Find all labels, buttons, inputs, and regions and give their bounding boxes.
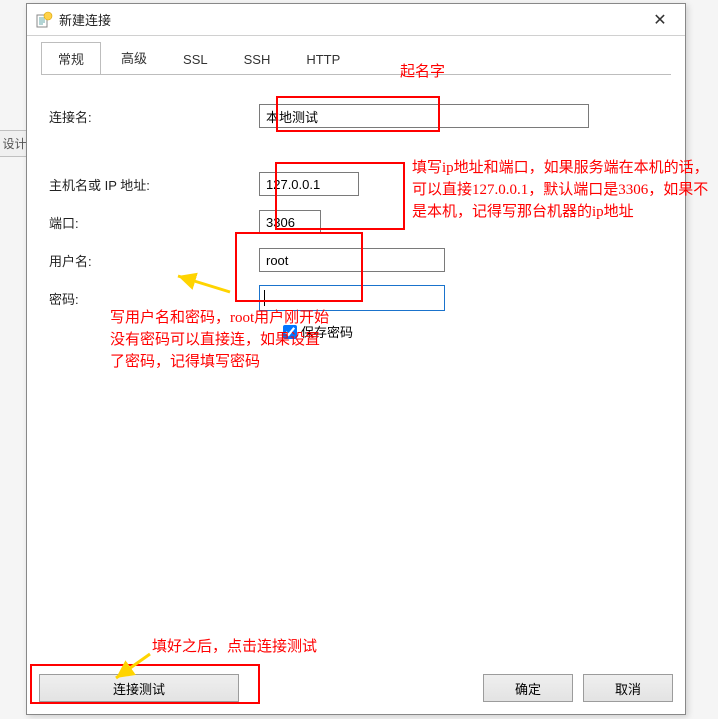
tab-ssh[interactable]: SSH [228, 46, 287, 74]
titlebar: 新建连接 ✕ [27, 4, 685, 36]
tab-http[interactable]: HTTP [290, 46, 356, 74]
save-password-label: 保存密码 [301, 322, 353, 341]
conn-name-label: 连接名: [49, 107, 259, 126]
pass-input[interactable] [265, 286, 440, 310]
tab-general[interactable]: 常规 [41, 42, 101, 75]
port-label: 端口: [49, 213, 259, 232]
cancel-button[interactable]: 取消 [583, 674, 673, 702]
form: 连接名: 主机名或 IP 地址: 端口: 用户名: 密码: 保存密码 [27, 74, 685, 666]
conn-name-input[interactable] [259, 104, 589, 128]
pass-input-wrap [259, 285, 445, 311]
save-password-checkbox[interactable] [283, 325, 297, 339]
host-input[interactable] [259, 172, 359, 196]
user-input[interactable] [259, 248, 445, 272]
tab-ssl[interactable]: SSL [167, 46, 224, 74]
button-bar: 连接测试 确定 取消 [27, 666, 685, 714]
close-icon[interactable]: ✕ [641, 6, 679, 34]
user-label: 用户名: [49, 251, 259, 270]
tabs: 常规 高级 SSL SSH HTTP [27, 36, 685, 74]
test-connection-button[interactable]: 连接测试 [39, 674, 239, 702]
host-label: 主机名或 IP 地址: [49, 175, 259, 194]
pass-label: 密码: [49, 289, 259, 308]
dialog-title: 新建连接 [59, 10, 641, 29]
port-input[interactable] [259, 210, 321, 234]
new-connection-dialog: 新建连接 ✕ 常规 高级 SSL SSH HTTP 连接名: 主机名或 IP 地… [26, 3, 686, 715]
app-icon [35, 11, 53, 29]
tab-advanced[interactable]: 高级 [105, 42, 163, 74]
ok-button[interactable]: 确定 [483, 674, 573, 702]
